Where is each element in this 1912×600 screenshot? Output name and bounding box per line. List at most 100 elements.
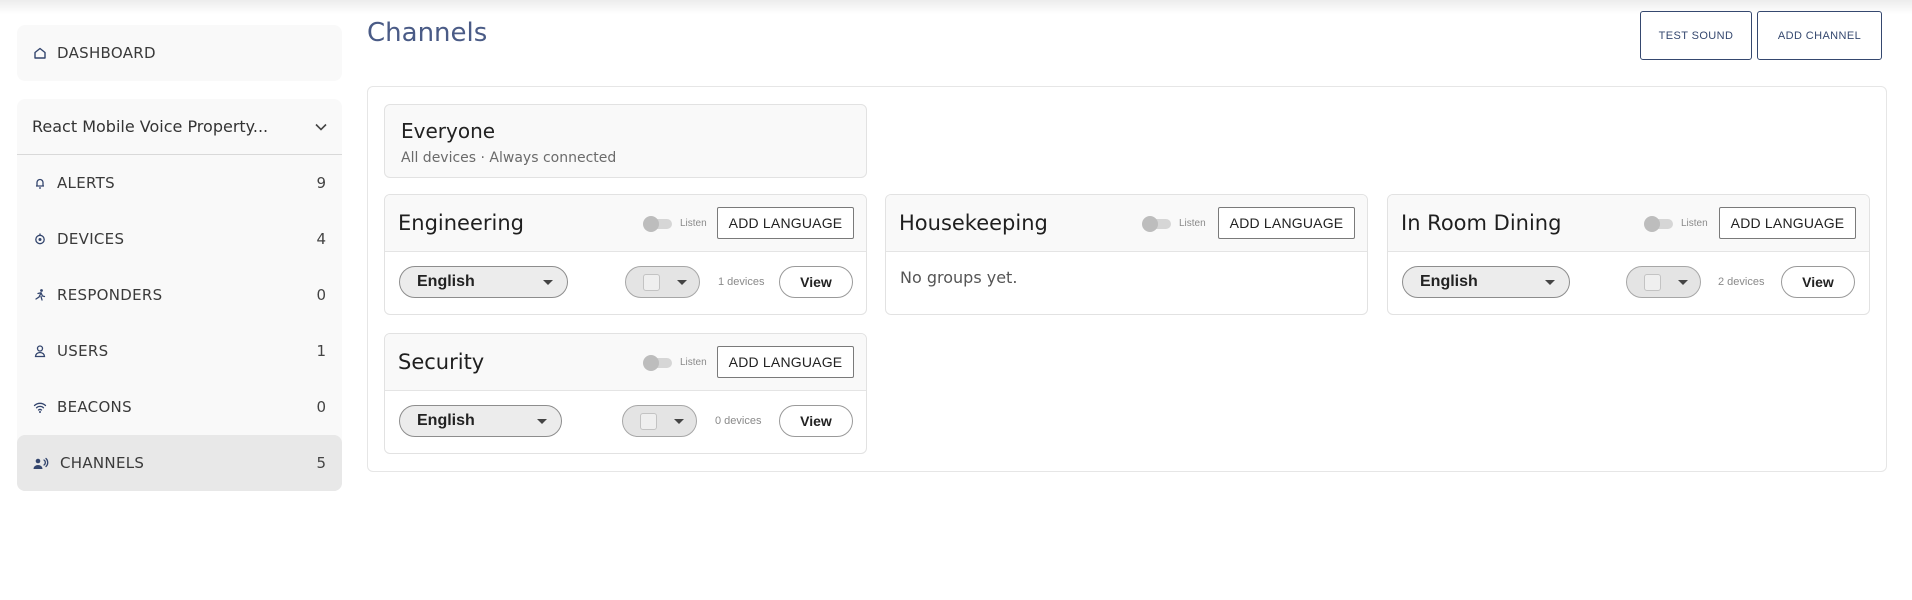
sidebar-item-count: 0 — [316, 286, 326, 304]
device-count: 2 devices — [1718, 276, 1765, 288]
sidebar-item-count: 4 — [316, 230, 326, 248]
toggle-knob — [643, 354, 659, 371]
sidebar-item-label: DEVICES — [57, 230, 125, 248]
wifi-icon — [33, 400, 47, 414]
device-checkbox-select[interactable] — [622, 405, 697, 437]
sidebar-item-dashboard[interactable]: DASHBOARD — [17, 25, 342, 81]
checkbox[interactable] — [1644, 274, 1661, 291]
sidebar-item-devices[interactable]: DEVICES 4 — [17, 211, 342, 267]
language-select[interactable]: English — [399, 266, 568, 298]
listen-label: Listen — [680, 357, 707, 368]
everyone-title: Everyone — [401, 119, 496, 143]
add-language-button[interactable]: ADD LANGUAGE — [717, 207, 854, 239]
device-icon — [33, 232, 47, 246]
empty-groups-message: No groups yet. — [900, 268, 1018, 287]
channel-header: Security Listen ADD LANGUAGE — [385, 334, 866, 391]
sidebar-item-beacons[interactable]: BEACONS 0 — [17, 379, 342, 435]
checkbox[interactable] — [643, 274, 660, 291]
channel-card-in-room-dining: In Room Dining Listen ADD LANGUAGE Engli… — [1387, 194, 1870, 315]
language-value: English — [417, 273, 475, 290]
sidebar-item-count: 5 — [316, 454, 326, 472]
channel-header: Housekeeping Listen ADD LANGUAGE — [886, 195, 1367, 252]
toggle-knob — [643, 215, 659, 232]
chevron-down-icon — [314, 122, 328, 132]
sidebar-item-label: USERS — [57, 342, 109, 360]
toggle-knob — [1644, 215, 1660, 232]
sidebar-item-count: 0 — [316, 398, 326, 416]
sidebar-item-count: 1 — [316, 342, 326, 360]
sidebar-item-alerts[interactable]: ALERTS 9 — [17, 155, 342, 211]
caret-down-icon — [1545, 280, 1555, 285]
add-channel-button[interactable]: ADD CHANNEL — [1757, 11, 1882, 60]
caret-down-icon — [674, 419, 684, 424]
sidebar-item-label: DASHBOARD — [57, 44, 156, 62]
add-language-button[interactable]: ADD LANGUAGE — [1218, 207, 1355, 239]
sidebar-item-label: RESPONDERS — [57, 286, 163, 304]
channel-name: In Room Dining — [1401, 211, 1562, 235]
caret-down-icon — [543, 280, 553, 285]
listen-toggle[interactable]: Listen — [643, 215, 707, 232]
sidebar-item-label: CHANNELS — [60, 454, 145, 472]
language-value: English — [417, 412, 475, 429]
sidebar-item-responders[interactable]: RESPONDERS 0 — [17, 267, 342, 323]
toggle-track — [1644, 215, 1673, 232]
view-button[interactable]: View — [779, 405, 853, 437]
home-icon — [33, 46, 47, 60]
device-checkbox-select[interactable] — [1626, 266, 1701, 298]
channel-header: Engineering Listen ADD LANGUAGE — [385, 195, 866, 252]
device-count: 1 devices — [718, 276, 765, 288]
sidebar-item-count: 9 — [316, 174, 326, 192]
channel-body: English 1 devices View — [385, 252, 866, 314]
bell-icon — [33, 176, 47, 190]
channel-card-engineering: Engineering Listen ADD LANGUAGE English … — [384, 194, 867, 315]
caret-down-icon — [677, 280, 687, 285]
sidebar-item-channels[interactable]: CHANNELS 5 — [17, 435, 342, 491]
toggle-track — [643, 215, 672, 232]
channel-card-security: Security Listen ADD LANGUAGE English 0 d… — [384, 333, 867, 454]
user-icon — [33, 344, 47, 358]
toggle-knob — [1142, 215, 1158, 232]
device-count: 0 devices — [715, 415, 762, 427]
everyone-subtitle: All devices · Always connected — [401, 150, 617, 166]
channel-name: Engineering — [398, 211, 524, 235]
listen-label: Listen — [680, 218, 707, 229]
language-select[interactable]: English — [1402, 266, 1570, 298]
channel-name: Security — [398, 350, 485, 374]
caret-down-icon — [537, 419, 547, 424]
page-title: Channels — [367, 18, 488, 48]
view-button[interactable]: View — [1781, 266, 1855, 298]
test-sound-button[interactable]: TEST SOUND — [1640, 11, 1752, 60]
device-checkbox-select[interactable] — [625, 266, 700, 298]
checkbox[interactable] — [640, 413, 657, 430]
toggle-track — [1142, 215, 1171, 232]
view-button[interactable]: View — [779, 266, 853, 298]
channel-name: Housekeeping — [899, 211, 1048, 235]
runner-icon — [33, 288, 47, 302]
add-language-button[interactable]: ADD LANGUAGE — [717, 346, 854, 378]
caret-down-icon — [1678, 280, 1688, 285]
speaker-person-icon — [33, 456, 50, 470]
listen-toggle[interactable]: Listen — [1644, 215, 1708, 232]
property-selector[interactable]: React Mobile Voice Property... — [17, 99, 342, 155]
sidebar-item-users[interactable]: USERS 1 — [17, 323, 342, 379]
sidebar-item-label: ALERTS — [57, 174, 115, 192]
top-shadow — [0, 0, 1912, 14]
property-card: React Mobile Voice Property... ALERTS 9 … — [17, 99, 342, 491]
channel-body: No groups yet. — [886, 252, 1367, 314]
sidebar: DASHBOARD React Mobile Voice Property...… — [17, 25, 342, 491]
channel-header: In Room Dining Listen ADD LANGUAGE — [1388, 195, 1869, 252]
listen-label: Listen — [1179, 218, 1206, 229]
toggle-track — [643, 354, 672, 371]
sidebar-item-label: BEACONS — [57, 398, 132, 416]
property-name: React Mobile Voice Property... — [32, 117, 269, 136]
add-language-button[interactable]: ADD LANGUAGE — [1719, 207, 1856, 239]
channel-body: English 2 devices View — [1388, 252, 1869, 314]
language-select[interactable]: English — [399, 405, 562, 437]
listen-toggle[interactable]: Listen — [643, 354, 707, 371]
listen-toggle[interactable]: Listen — [1142, 215, 1206, 232]
language-value: English — [1420, 273, 1478, 290]
channel-body: English 0 devices View — [385, 391, 866, 453]
listen-label: Listen — [1681, 218, 1708, 229]
everyone-channel-card[interactable]: Everyone All devices · Always connected — [384, 104, 867, 178]
channel-card-housekeeping: Housekeeping Listen ADD LANGUAGE No grou… — [885, 194, 1368, 315]
